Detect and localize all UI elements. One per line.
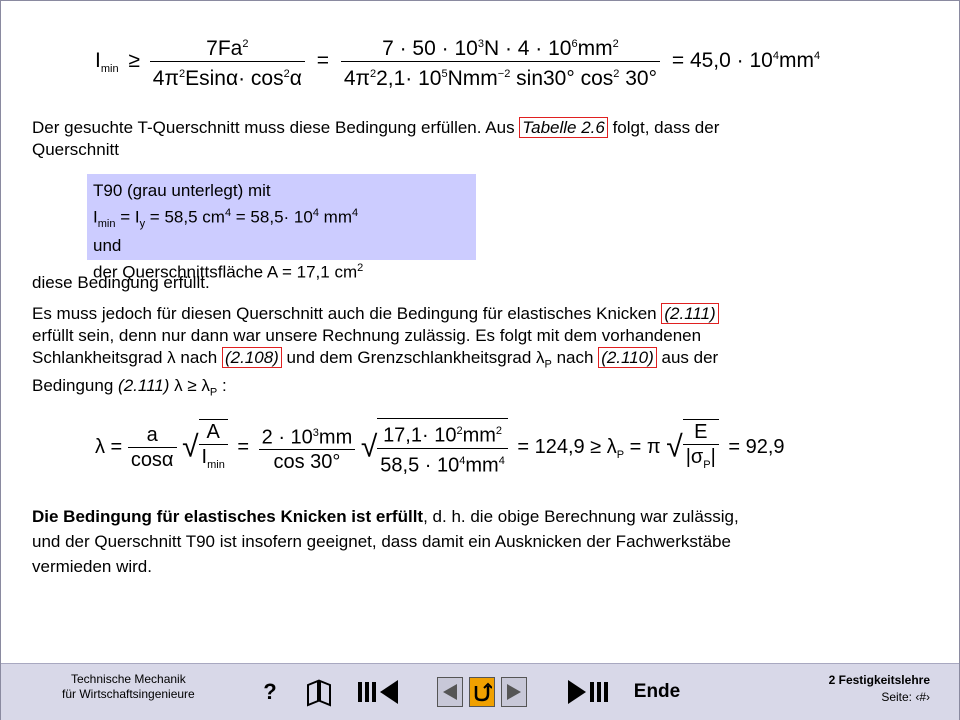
paragraph-conclusion: Die Bedingung für elastisches Knicken is… [32,507,739,576]
back-button[interactable] [467,676,497,708]
book-icon[interactable] [302,676,336,708]
footer-chapter-info: 2 Festigkeitslehre Seite: ‹#› [828,673,930,704]
paragraph-fulfilled: diese Bedingung erfüllt. [32,273,210,292]
paragraph-intro: Der gesuchte T-Querschnitt muss diese Be… [32,117,720,159]
last-page-button[interactable] [562,676,612,708]
equation-imin: Imin ≥ 7Fa2 4π2Esinα· cos2α = 7 · 50 · 1… [95,32,820,91]
link-2-110[interactable]: (2.110) [598,347,657,368]
paragraph-buckling: Es muss jedoch für diesen Querschnitt au… [32,303,719,399]
previous-page-button[interactable] [435,676,465,708]
equation-lambda: λ = a cosα √ A Imin = 2 · 103mm cos 30° … [95,418,785,477]
help-button[interactable]: ? [258,676,282,708]
footer-course-title: Technische Mechanik für Wirtschaftsingeni… [62,672,195,701]
end-button[interactable]: Ende [628,676,686,708]
link-2-108[interactable]: (2.108) [221,347,282,368]
cross-section-text: T90 (grau unterlegt) mit Imin = Iy = 58,… [93,181,364,282]
link-2-111[interactable]: (2.111) [661,303,719,324]
first-page-button[interactable] [354,676,404,708]
link-tabelle-2-6[interactable]: Tabelle 2.6 [519,117,608,138]
next-page-button[interactable] [499,676,529,708]
